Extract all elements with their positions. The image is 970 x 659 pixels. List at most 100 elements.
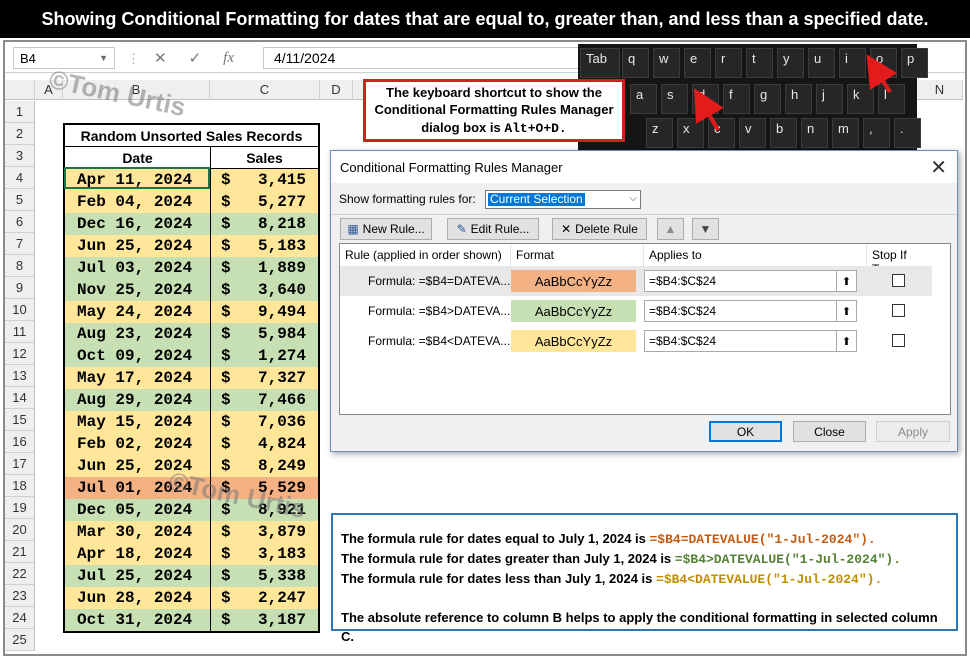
date-cell[interactable]: May 15, 2024 [65,411,211,433]
date-cell[interactable]: Aug 23, 2024 [65,323,211,345]
date-cell[interactable]: Jun 28, 2024 [65,587,211,609]
delete-rule-button[interactable]: ✕ Delete Rule [552,218,647,240]
sales-header: Sales [246,149,283,166]
date-cell[interactable]: Oct 31, 2024 [65,609,211,631]
new-rule-button[interactable]: ▦ New Rule... [340,218,432,240]
close-button[interactable]: Close [793,421,866,442]
row-header[interactable]: 25 [5,629,35,651]
table-row: May 17, 2024 $7,327 [65,367,318,389]
column-header-c[interactable]: C [210,80,320,100]
date-cell[interactable]: Jun 25, 2024 [65,235,211,257]
sales-cell[interactable]: $4,824 [211,433,318,455]
row-header[interactable]: 10 [5,299,35,321]
chevron-down-icon[interactable]: ▼ [99,53,108,63]
row-header[interactable]: 17 [5,453,35,475]
row-header[interactable]: 23 [5,585,35,607]
table-row: May 24, 2024 $9,494 [65,301,318,323]
date-cell[interactable]: May 24, 2024 [65,301,211,323]
row-header[interactable]: 21 [5,541,35,563]
date-cell[interactable]: Dec 05, 2024 [65,499,211,521]
delete-rule-icon: ✕ [561,222,572,236]
applies-to-field[interactable]: =$B4:$C$24 ⬆ [644,330,857,352]
row-header[interactable]: 2 [5,123,35,145]
row-header[interactable]: 15 [5,409,35,431]
row-header[interactable]: 12 [5,343,35,365]
table-row: Jun 25, 2024 $5,183 [65,235,318,257]
apply-button[interactable]: Apply [876,421,950,442]
row-header[interactable]: 6 [5,211,35,233]
sales-cell[interactable]: $1,274 [211,345,318,367]
show-rules-select[interactable]: Current Selection ⌵ [485,190,641,209]
edit-rule-button[interactable]: ✎ Edit Rule... [447,218,539,240]
date-cell[interactable]: Jul 03, 2024 [65,257,211,279]
close-icon[interactable]: ✕ [930,155,947,180]
enter-icon[interactable]: ✓ [189,49,202,67]
date-cell[interactable]: May 17, 2024 [65,367,211,389]
date-cell[interactable]: Mar 30, 2024 [65,521,211,543]
row-header[interactable]: 11 [5,321,35,343]
insert-function-icon[interactable]: fx [223,50,234,67]
collapse-dialog-icon[interactable]: ⬆ [836,301,856,321]
row-header[interactable]: 9 [5,277,35,299]
sales-cell[interactable]: $7,466 [211,389,318,411]
row-header[interactable]: 4 [5,167,35,189]
collapse-dialog-icon[interactable]: ⬆ [836,331,856,351]
date-cell[interactable]: Nov 25, 2024 [65,279,211,301]
sales-cell[interactable]: $5,277 [211,191,318,213]
sales-cell[interactable]: $5,984 [211,323,318,345]
row-header[interactable]: 18 [5,475,35,497]
sales-cell[interactable]: $3,640 [211,279,318,301]
column-header-d[interactable]: D [320,80,353,100]
date-cell[interactable]: Dec 16, 2024 [65,213,211,235]
rule-row[interactable]: Formula: =$B4<DATEVA... AaBbCcYyZz =$B4:$C… [340,326,932,356]
date-cell[interactable]: Jul 25, 2024 [65,565,211,587]
row-header[interactable]: 16 [5,431,35,453]
date-cell[interactable]: Oct 09, 2024 [65,345,211,367]
row-header[interactable]: 7 [5,233,35,255]
stop-if-true-checkbox[interactable] [892,274,905,287]
sales-cell[interactable]: $8,218 [211,213,318,235]
row-header[interactable]: 24 [5,607,35,629]
formula-input[interactable]: 4/11/2024 [263,47,583,69]
applies-to-field[interactable]: =$B4:$C$24 ⬆ [644,270,857,292]
row-header[interactable]: 8 [5,255,35,277]
sales-value: 3,183 [257,545,306,563]
ok-button[interactable]: OK [709,421,782,442]
sales-cell[interactable]: $9,494 [211,301,318,323]
date-cell[interactable]: Aug 29, 2024 [65,389,211,411]
column-header-n[interactable]: N [917,80,963,100]
date-cell[interactable]: Feb 02, 2024 [65,433,211,455]
sales-cell[interactable]: $5,183 [211,235,318,257]
row-header[interactable]: 14 [5,387,35,409]
sales-cell[interactable]: $3,187 [211,609,318,631]
sales-cell[interactable]: $5,338 [211,565,318,587]
collapse-dialog-icon[interactable]: ⬆ [836,271,856,291]
sales-value: 5,183 [257,237,306,255]
rule-row[interactable]: Formula: =$B4>DATEVA... AaBbCcYyZz =$B4:$C… [340,296,932,326]
selected-cell-b4[interactable] [64,167,210,189]
row-header[interactable]: 13 [5,365,35,387]
select-all-corner[interactable] [5,80,35,100]
sales-cell[interactable]: $3,183 [211,543,318,565]
move-down-icon[interactable]: ▼ [692,218,719,240]
sales-cell[interactable]: $1,889 [211,257,318,279]
applies-to-field[interactable]: =$B4:$C$24 ⬆ [644,300,857,322]
date-cell[interactable]: Feb 04, 2024 [65,191,211,213]
row-header[interactable]: 5 [5,189,35,211]
sales-cell[interactable]: $7,327 [211,367,318,389]
sales-cell[interactable]: $8,249 [211,455,318,477]
rule-row[interactable]: Formula: =$B4=DATEVA... AaBbCcYyZz =$B4:$C… [340,266,932,296]
sales-cell[interactable]: $7,036 [211,411,318,433]
sales-cell[interactable]: $2,247 [211,587,318,609]
stop-if-true-checkbox[interactable] [892,334,905,347]
stop-if-true-checkbox[interactable] [892,304,905,317]
row-header[interactable]: 1 [5,101,35,123]
row-header[interactable]: 22 [5,563,35,585]
cancel-icon[interactable]: ✕ [154,49,167,67]
sales-cell[interactable]: $3,415 [211,169,318,191]
row-header[interactable]: 3 [5,145,35,167]
move-up-icon[interactable]: ▲ [657,218,684,240]
row-header[interactable]: 20 [5,519,35,541]
row-header[interactable]: 19 [5,497,35,519]
date-cell[interactable]: Apr 18, 2024 [65,543,211,565]
